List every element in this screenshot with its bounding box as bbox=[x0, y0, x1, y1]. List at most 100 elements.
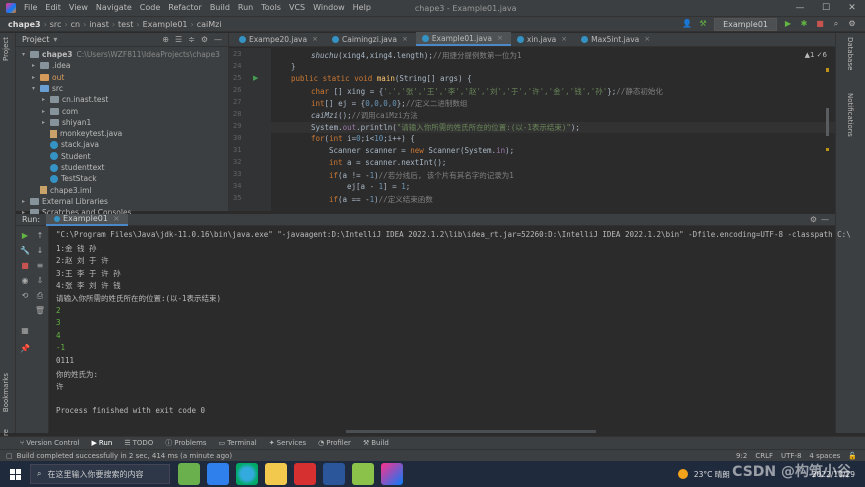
word-icon[interactable] bbox=[323, 463, 345, 485]
tree-item[interactable]: studenttext bbox=[42, 162, 104, 173]
project-tool-tab[interactable]: Project bbox=[2, 37, 10, 61]
trash-icon[interactable]: 🗑 bbox=[34, 306, 46, 315]
chevron-right-icon[interactable]: ▸ bbox=[42, 117, 50, 128]
taskbar-app-games-icon[interactable] bbox=[178, 463, 200, 485]
tab-caimingzi[interactable]: Caimingzi.java × bbox=[326, 32, 416, 46]
services-tool[interactable]: ✦ Services bbox=[269, 439, 306, 447]
locate-icon[interactable]: ⊕ bbox=[162, 35, 169, 44]
wrench-icon[interactable]: 🔧 bbox=[19, 246, 31, 255]
search-icon[interactable]: ⌕ bbox=[831, 19, 841, 29]
scroll-end-icon[interactable]: ⇩ bbox=[34, 276, 46, 285]
taskbar-search[interactable]: ⌕ 在这里输入你要搜索的内容 bbox=[30, 464, 170, 484]
stop-icon[interactable]: ■ bbox=[815, 19, 825, 29]
close-tab-icon[interactable]: × bbox=[644, 35, 650, 43]
terminal-tool[interactable]: ▭ Terminal bbox=[219, 439, 257, 447]
chevron-right-icon[interactable]: ▸ bbox=[32, 72, 40, 83]
menu-edit[interactable]: Edit bbox=[41, 0, 65, 16]
close-tab-icon[interactable]: × bbox=[497, 34, 503, 42]
chevron-right-icon[interactable]: ▸ bbox=[22, 196, 30, 207]
menu-window[interactable]: Window bbox=[309, 0, 349, 16]
problems-tool[interactable]: ⓘ Problems bbox=[165, 438, 206, 448]
profiler-tool[interactable]: ◔ Profiler bbox=[318, 439, 351, 447]
inspection-widget[interactable]: ▲1 ✓6 bbox=[805, 51, 827, 59]
gear-icon[interactable]: ⚙ bbox=[810, 215, 821, 224]
run-tab-example01[interactable]: Example01 × bbox=[46, 213, 128, 226]
rerun-icon[interactable]: ▶ bbox=[19, 231, 31, 240]
chevron-down-icon[interactable]: ▾ bbox=[53, 35, 57, 44]
tree-item[interactable]: ▸ .idea bbox=[32, 60, 70, 71]
user-icon[interactable]: 👤 bbox=[682, 19, 692, 29]
menu-refactor[interactable]: Refactor bbox=[164, 0, 206, 16]
breadcrumb-test[interactable]: test bbox=[116, 20, 135, 29]
layout-icon[interactable]: ▦ bbox=[19, 326, 31, 335]
edge-browser-icon[interactable] bbox=[236, 463, 258, 485]
menu-code[interactable]: Code bbox=[136, 0, 164, 16]
pin-icon[interactable]: 📌 bbox=[19, 344, 31, 353]
print-icon[interactable]: ⎙ bbox=[34, 291, 46, 301]
tree-item[interactable]: ▸ shiyan1 bbox=[42, 117, 91, 128]
intellij-taskbar-icon[interactable] bbox=[381, 463, 403, 485]
soft-wrap-icon[interactable]: ≡ bbox=[34, 261, 46, 270]
tree-item[interactable]: stack.java bbox=[42, 139, 99, 150]
hammer-icon[interactable]: ⚒ bbox=[698, 19, 708, 29]
taskbar-app-red-icon[interactable] bbox=[294, 463, 316, 485]
close-tab-icon[interactable]: × bbox=[561, 35, 567, 43]
tree-item[interactable]: TestStack bbox=[42, 173, 97, 184]
tab-example01[interactable]: Example01.java × bbox=[415, 32, 511, 46]
tree-item[interactable]: monkeytest.java bbox=[42, 128, 122, 139]
chevron-right-icon[interactable]: ▸ bbox=[32, 60, 40, 71]
lock-icon[interactable]: 🔓 bbox=[848, 452, 857, 460]
database-tool-tab[interactable]: Database bbox=[846, 37, 854, 70]
version-control-tool[interactable]: ⑂ Version Control bbox=[20, 439, 79, 447]
close-tab-icon[interactable]: × bbox=[113, 214, 120, 223]
breadcrumb-inast[interactable]: inast bbox=[87, 20, 111, 29]
scroll-up-icon[interactable]: ↑ bbox=[34, 231, 46, 240]
menu-file[interactable]: File bbox=[20, 0, 41, 16]
taskbar-app-green-icon[interactable] bbox=[352, 463, 374, 485]
tree-item[interactable]: ▸ External Libraries bbox=[22, 196, 108, 207]
taskbar-app-taskview-icon[interactable] bbox=[207, 463, 229, 485]
status-message[interactable]: Build completed successfully in 2 sec, 4… bbox=[17, 452, 232, 460]
tree-item[interactable]: ▸ com bbox=[42, 106, 78, 117]
indent-setting[interactable]: 4 spaces bbox=[809, 452, 840, 460]
tree-item[interactable]: ▸ out bbox=[32, 72, 64, 83]
breadcrumb-cn[interactable]: cn bbox=[69, 20, 82, 29]
notifications-tool-tab[interactable]: Notifications bbox=[846, 93, 854, 137]
debug-icon[interactable]: ✱ bbox=[799, 19, 809, 29]
tree-item[interactable]: ▾ src bbox=[32, 83, 63, 94]
close-tab-icon[interactable]: × bbox=[312, 35, 318, 43]
expand-icon[interactable]: ≑ bbox=[188, 35, 195, 44]
hide-icon[interactable]: — bbox=[821, 215, 835, 224]
line-separator[interactable]: CRLF bbox=[755, 452, 773, 460]
menu-help[interactable]: Help bbox=[349, 0, 375, 16]
close-tab-icon[interactable]: × bbox=[402, 35, 408, 43]
file-encoding[interactable]: UTF-8 bbox=[781, 452, 801, 460]
breadcrumb-class[interactable]: Example01 bbox=[141, 20, 190, 29]
tree-item[interactable]: ▸ cn.inast.test bbox=[42, 94, 108, 105]
menu-view[interactable]: View bbox=[65, 0, 92, 16]
camera-icon[interactable]: ◉ bbox=[19, 276, 31, 285]
maximize-button[interactable]: ☐ bbox=[813, 0, 839, 16]
tree-item[interactable]: chape3.iml bbox=[32, 185, 91, 196]
file-explorer-icon[interactable] bbox=[265, 463, 287, 485]
tab-xin[interactable]: xin.java × bbox=[511, 32, 575, 46]
menu-build[interactable]: Build bbox=[206, 0, 234, 16]
editor-scrollbar[interactable] bbox=[825, 48, 830, 198]
scroll-down-icon[interactable]: ↓ bbox=[34, 246, 46, 255]
breadcrumb-src[interactable]: src bbox=[48, 20, 64, 29]
menu-navigate[interactable]: Navigate bbox=[92, 0, 136, 16]
run-tool[interactable]: ▶ Run bbox=[91, 439, 112, 447]
project-panel-title[interactable]: Project bbox=[22, 35, 49, 44]
caret-position[interactable]: 9:2 bbox=[736, 452, 747, 460]
close-button[interactable]: ✕ bbox=[839, 0, 865, 16]
tree-item[interactable]: ▾ chape3 C:\Users\WZF811\IdeaProjects\chap… bbox=[22, 49, 220, 60]
chevron-down-icon[interactable]: ▾ bbox=[22, 49, 30, 60]
start-button[interactable] bbox=[0, 461, 30, 487]
settings-icon[interactable]: ⚙ bbox=[847, 19, 857, 29]
build-tool[interactable]: ⚒ Build bbox=[363, 439, 389, 447]
collapse-icon[interactable]: ☰ bbox=[175, 35, 182, 44]
stop-icon[interactable]: ■ bbox=[19, 261, 31, 270]
restore-icon[interactable]: ⟲ bbox=[19, 291, 31, 300]
menu-vcs[interactable]: VCS bbox=[285, 0, 309, 16]
chevron-right-icon[interactable]: ▸ bbox=[42, 94, 50, 105]
